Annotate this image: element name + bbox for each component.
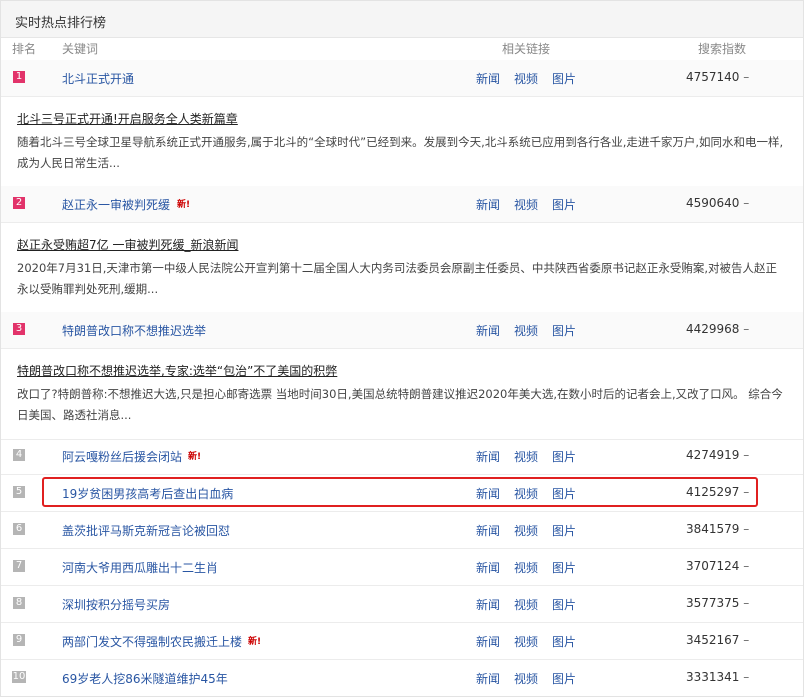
col-links: 相关链接: [502, 42, 551, 56]
table-row: 9 两部门发文不得强制农民搬迁上楼 新! 新闻 视频 图片 3452167 –: [1, 623, 803, 659]
summary-text: 改口了?特朗普称:不想推迟大选,只是担心邮寄选票 当地时间30日,美国总统特朗普…: [17, 387, 783, 422]
news-summary: 北斗三号正式开通!开启服务全人类新篇章 随着北斗三号全球卫星导航系统正式开通服务…: [1, 96, 803, 188]
search-index: 3841579 –: [686, 522, 750, 536]
news-link[interactable]: 新闻: [476, 522, 500, 539]
news-link[interactable]: 新闻: [476, 670, 500, 687]
search-index: 4590640 –: [686, 196, 750, 210]
panel-title: 实时热点排行榜: [15, 16, 107, 31]
new-tag: 新!: [248, 637, 262, 647]
summary-title-link[interactable]: 赵正永受贿超7亿 一审被判死缓_新浪新闻: [17, 236, 238, 253]
keyword-link[interactable]: 盖茨批评马斯克新冠言论被回怼: [62, 522, 230, 539]
search-index: 3452167 –: [686, 633, 750, 647]
table-row: 3 特朗普改口称不想推迟选举 新闻 视频 图片 4429968 –: [1, 312, 803, 348]
rank-badge: 8: [13, 597, 25, 609]
table-row: 6 盖茨批评马斯克新冠言论被回怼 新闻 视频 图片 3841579 –: [1, 512, 803, 548]
news-link[interactable]: 新闻: [476, 322, 500, 339]
keyword-link[interactable]: 69岁老人挖86米隧道维护45年: [62, 670, 228, 687]
news-link[interactable]: 新闻: [476, 70, 500, 87]
search-index: 3707124 –: [686, 559, 750, 573]
news-summary: 特朗普改口称不想推迟选举,专家:选举“包治”不了美国的积弊 改口了?特朗普称:不…: [1, 348, 803, 440]
rank-badge: 6: [13, 523, 25, 535]
video-link[interactable]: 视频: [514, 448, 538, 465]
image-link[interactable]: 图片: [552, 670, 576, 687]
image-link[interactable]: 图片: [552, 633, 576, 650]
panel-header: 实时热点排行榜: [1, 1, 803, 38]
search-index: 4429968 –: [686, 322, 750, 336]
image-link[interactable]: 图片: [552, 559, 576, 576]
search-index: 3577375 –: [686, 596, 750, 610]
rank-badge: 10: [12, 671, 26, 683]
rank-badge: 3: [13, 323, 25, 335]
new-tag: 新!: [188, 452, 202, 462]
keyword-link[interactable]: 两部门发文不得强制农民搬迁上楼: [62, 633, 242, 650]
news-link[interactable]: 新闻: [476, 596, 500, 613]
keyword-link[interactable]: 深圳按积分摇号买房: [62, 596, 170, 613]
table-row: 8 深圳按积分摇号买房 新闻 视频 图片 3577375 –: [1, 586, 803, 622]
rank-badge: 2: [13, 197, 25, 209]
video-link[interactable]: 视频: [514, 633, 538, 650]
video-link[interactable]: 视频: [514, 70, 538, 87]
column-header-row: 排名 关键词 相关链接 搜索指数: [1, 38, 803, 60]
col-rank: 排名: [12, 42, 37, 56]
hot-ranking-panel: 实时热点排行榜 排名 关键词 相关链接 搜索指数 1 北斗正式开通 新闻 视频 …: [0, 0, 804, 697]
rank-badge: 4: [13, 449, 25, 461]
image-link[interactable]: 图片: [552, 596, 576, 613]
keyword-link[interactable]: 北斗正式开通: [62, 70, 134, 87]
summary-title-link[interactable]: 北斗三号正式开通!开启服务全人类新篇章: [17, 110, 238, 127]
table-row: 7 河南大爷用西瓜雕出十二生肖 新闻 视频 图片 3707124 –: [1, 549, 803, 585]
new-tag: 新!: [177, 200, 191, 210]
search-index: 3331341 –: [686, 670, 750, 684]
search-index: 4274919 –: [686, 448, 750, 462]
keyword-link[interactable]: 河南大爷用西瓜雕出十二生肖: [62, 559, 218, 576]
summary-text: 随着北斗三号全球卫星导航系统正式开通服务,属于北斗的“全球时代”已经到来。发展到…: [17, 135, 784, 170]
image-link[interactable]: 图片: [552, 196, 576, 213]
rank-badge: 5: [13, 486, 25, 498]
rank-badge: 1: [13, 71, 25, 83]
selection-highlight-box: [42, 477, 758, 507]
video-link[interactable]: 视频: [514, 522, 538, 539]
video-link[interactable]: 视频: [514, 322, 538, 339]
summary-title-link[interactable]: 特朗普改口称不想推迟选举,专家:选举“包治”不了美国的积弊: [17, 362, 337, 379]
keyword-link[interactable]: 阿云嘎粉丝后援会闭站: [62, 448, 182, 465]
col-keyword: 关键词: [62, 42, 99, 56]
rank-badge: 7: [13, 560, 25, 572]
video-link[interactable]: 视频: [514, 559, 538, 576]
image-link[interactable]: 图片: [552, 448, 576, 465]
news-link[interactable]: 新闻: [476, 448, 500, 465]
video-link[interactable]: 视频: [514, 596, 538, 613]
image-link[interactable]: 图片: [552, 522, 576, 539]
search-index: 4757140 –: [686, 70, 750, 84]
news-summary: 赵正永受贿超7亿 一审被判死缓_新浪新闻 2020年7月31日,天津市第一中级人…: [1, 222, 803, 314]
table-row: 2 赵正永一审被判死缓 新! 新闻 视频 图片 4590640 –: [1, 186, 803, 222]
table-row: 4 阿云嘎粉丝后援会闭站 新! 新闻 视频 图片 4274919 –: [1, 438, 803, 474]
col-index: 搜索指数: [698, 42, 747, 56]
table-row: 1 北斗正式开通 新闻 视频 图片 4757140 –: [1, 60, 803, 96]
video-link[interactable]: 视频: [514, 670, 538, 687]
image-link[interactable]: 图片: [552, 322, 576, 339]
news-link[interactable]: 新闻: [476, 196, 500, 213]
news-link[interactable]: 新闻: [476, 559, 500, 576]
news-link[interactable]: 新闻: [476, 633, 500, 650]
rank-badge: 9: [13, 634, 25, 646]
keyword-link[interactable]: 特朗普改口称不想推迟选举: [62, 322, 206, 339]
table-row: 10 69岁老人挖86米隧道维护45年 新闻 视频 图片 3331341 –: [1, 660, 803, 696]
video-link[interactable]: 视频: [514, 196, 538, 213]
summary-text: 2020年7月31日,天津市第一中级人民法院公开宣判第十二届全国人大内务司法委员…: [17, 261, 778, 296]
keyword-link[interactable]: 赵正永一审被判死缓: [62, 196, 170, 213]
image-link[interactable]: 图片: [552, 70, 576, 87]
